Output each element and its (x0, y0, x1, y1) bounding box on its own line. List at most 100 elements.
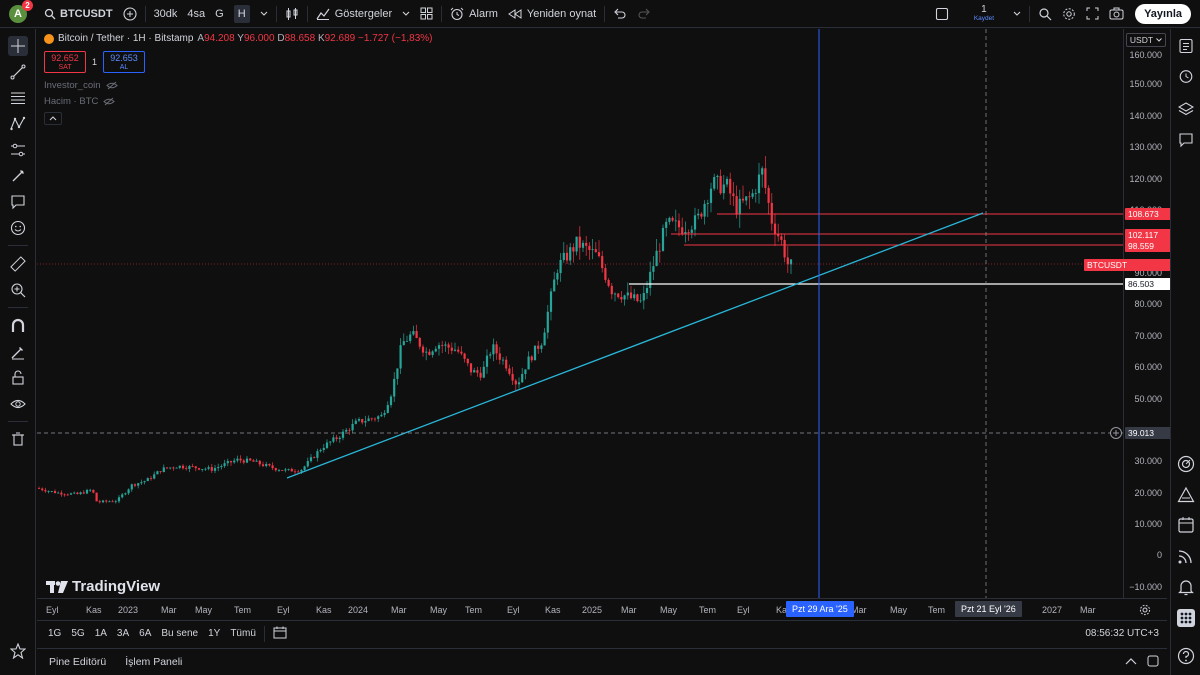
pattern-tool[interactable] (8, 114, 28, 134)
ideas-button[interactable] (1177, 486, 1195, 504)
candle-body (412, 331, 415, 335)
range-3m[interactable]: 3A (112, 628, 134, 639)
apps-button[interactable] (1177, 609, 1195, 627)
undo-button[interactable] (608, 0, 632, 28)
alerts-button[interactable] (1177, 67, 1195, 85)
redo-button[interactable] (632, 0, 656, 28)
fib-tool[interactable] (8, 88, 28, 108)
indicators-button[interactable]: Göstergeler (311, 0, 397, 28)
candle-body (665, 221, 668, 228)
settings-button[interactable] (1057, 0, 1081, 28)
eye-hidden-icon[interactable] (103, 97, 116, 106)
collapse-legend-button[interactable] (44, 112, 62, 125)
candle-body (431, 351, 434, 355)
gear-icon (1139, 604, 1151, 616)
eye-hidden-icon[interactable] (105, 81, 118, 90)
layouts-button[interactable] (415, 0, 438, 28)
sell-button[interactable]: 92.652 SAT (44, 51, 86, 73)
range-1m[interactable]: 1A (90, 628, 112, 639)
pine-editor-tab[interactable]: Pine Editörü (37, 656, 111, 668)
candle-body (252, 460, 255, 462)
interval-4h[interactable]: 4sa (182, 0, 210, 28)
buy-button[interactable]: 92.653 AL (103, 51, 146, 73)
lock-drawings-tool[interactable] (8, 368, 28, 388)
interval-1w[interactable]: H (229, 0, 255, 28)
layout-dropdown[interactable] (1008, 0, 1026, 28)
trend-line[interactable] (286, 212, 984, 479)
legend-title[interactable]: Bitcoin / Tether · 1H · Bitstamp (58, 33, 193, 44)
interval-30m[interactable]: 30dk (149, 0, 183, 28)
maximize-panel-button[interactable] (1142, 655, 1167, 670)
tradingview-logo-icon (46, 580, 68, 593)
candle-body (233, 460, 236, 463)
candle-body (511, 373, 514, 381)
currency-selector[interactable]: USDT (1126, 33, 1166, 47)
goto-date-button[interactable] (268, 626, 292, 642)
trading-panel-tab[interactable]: İşlem Paneli (111, 656, 187, 668)
compare-symbol-button[interactable] (118, 0, 142, 28)
fullscreen-button[interactable] (1081, 0, 1104, 28)
alarm-button[interactable]: Alarm (445, 0, 503, 28)
interval-1d[interactable]: G (210, 0, 229, 28)
candlestick-series (37, 155, 793, 504)
time-axis[interactable]: Eyl Kas 2023 Mar May Tem Eyl Kas 2024 Ma… (37, 598, 1167, 620)
hotlists-button[interactable] (1177, 455, 1195, 473)
zoom-tool[interactable] (8, 280, 28, 300)
user-avatar[interactable]: A 2 (9, 0, 33, 23)
indicator-investor-coin[interactable]: Investor_coin (44, 80, 118, 91)
object-tree-button[interactable] (1177, 100, 1195, 118)
time-label: Tem (465, 605, 483, 615)
symbol-search[interactable]: BTCUSDT (39, 0, 118, 28)
ruler-tool[interactable] (8, 254, 28, 274)
time-axis-settings-button[interactable] (1139, 604, 1151, 619)
candle-body (639, 300, 642, 302)
emoji-tool[interactable] (8, 218, 28, 238)
magnet-tool[interactable] (8, 316, 28, 336)
range-1y[interactable]: 1Y (203, 628, 225, 639)
time-label: Eyl (277, 605, 290, 615)
time-label: May (890, 605, 908, 615)
forecast-tool[interactable] (8, 140, 28, 160)
range-1d[interactable]: 1G (43, 628, 66, 639)
replay-button[interactable]: Yeniden oynat (503, 0, 601, 28)
range-6m[interactable]: 6A (134, 628, 156, 639)
indicator-volume[interactable]: Hacim · BTC (44, 96, 116, 107)
help-button[interactable] (1177, 647, 1195, 665)
keep-drawing-tool[interactable] (8, 342, 28, 362)
brush-tool[interactable] (8, 166, 28, 186)
notifications-button[interactable] (1177, 578, 1195, 596)
candle-body (482, 366, 485, 378)
publish-button[interactable]: Yayınla (1135, 3, 1191, 24)
remove-drawings-tool[interactable] (8, 429, 28, 449)
trendline-tool[interactable] (8, 62, 28, 82)
quick-search-button[interactable] (1033, 0, 1057, 28)
add-alert-crosshair-button[interactable] (1110, 427, 1122, 439)
candle-body (604, 268, 607, 280)
range-5d[interactable]: 5G (66, 628, 89, 639)
expand-panel-button[interactable] (1120, 657, 1142, 668)
list-icon (1179, 38, 1193, 54)
redo-icon (638, 8, 651, 19)
chart-pane[interactable] (37, 29, 1123, 598)
calendar-button[interactable] (1177, 516, 1195, 534)
search-icon (44, 8, 56, 19)
streams-button[interactable] (1177, 547, 1195, 565)
save-layout-button[interactable]: 1 Kaydet (954, 0, 1008, 28)
text-tool[interactable] (8, 192, 28, 212)
snapshot-button[interactable] (1104, 0, 1129, 28)
chart-type-button[interactable] (280, 0, 304, 28)
indicator-templates-button[interactable] (397, 0, 415, 28)
crosshair-tool[interactable] (8, 36, 28, 56)
candle-body (681, 227, 684, 234)
price-axis[interactable]: USDT 160.000 150.000 140.000 130.000 120… (1123, 29, 1167, 598)
clock-timezone[interactable]: 08:56:32 UTC+3 (1080, 628, 1167, 639)
hide-drawings-tool[interactable] (8, 394, 28, 414)
range-ytd[interactable]: Bu sene (156, 628, 203, 639)
favorites-tool[interactable] (8, 641, 28, 661)
range-all[interactable]: Tümü (225, 628, 261, 639)
interval-dropdown[interactable] (255, 0, 273, 28)
chats-button[interactable] (1177, 131, 1195, 149)
watchlist-button[interactable] (1177, 37, 1195, 55)
price-chart[interactable] (37, 29, 1123, 598)
fullchart-layout-button[interactable] (930, 0, 954, 28)
